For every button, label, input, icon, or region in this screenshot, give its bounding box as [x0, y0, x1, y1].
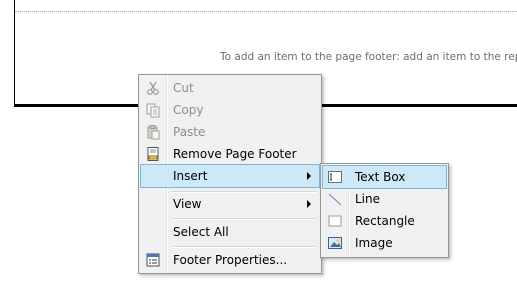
- menu-item-remove-page-footer[interactable]: Remove Page Footer: [141, 143, 319, 165]
- context-menu: Cut Copy Paste Remove Page Footer Insert…: [138, 74, 322, 274]
- menu-item-label: View: [173, 197, 202, 211]
- submenu-item-line[interactable]: Line: [323, 188, 446, 210]
- insert-submenu: Text Box Line Rectangle Image: [320, 163, 449, 258]
- menu-item-label: Paste: [173, 125, 206, 139]
- menu-item-label: Footer Properties...: [173, 253, 288, 267]
- menu-item-label: Copy: [173, 103, 204, 117]
- submenu-item-label: Rectangle: [355, 214, 415, 228]
- menu-item-label: Select All: [173, 225, 229, 239]
- menu-item-copy[interactable]: Copy: [141, 99, 319, 121]
- menu-item-paste[interactable]: Paste: [141, 121, 319, 143]
- submenu-item-label: Text Box: [355, 170, 406, 184]
- image-icon: [327, 235, 343, 251]
- submenu-item-label: Image: [355, 236, 393, 250]
- submenu-arrow-icon: [307, 172, 311, 180]
- menu-separator: [171, 246, 317, 248]
- footer-separator: [15, 11, 517, 12]
- remove-footer-icon: [145, 146, 161, 162]
- textbox-icon: [327, 169, 343, 185]
- copy-icon: [145, 102, 161, 118]
- properties-icon: [145, 252, 161, 268]
- menu-item-label: Remove Page Footer: [173, 147, 297, 161]
- menu-item-select-all[interactable]: Select All: [141, 221, 319, 243]
- submenu-arrow-icon: [307, 200, 311, 208]
- menu-item-label: Insert: [173, 169, 208, 183]
- menu-item-cut[interactable]: Cut: [141, 77, 319, 99]
- menu-item-view[interactable]: View: [141, 193, 319, 215]
- footer-hint-text: To add an item to the page footer: add a…: [220, 51, 517, 63]
- submenu-item-image[interactable]: Image: [323, 232, 446, 254]
- submenu-item-rectangle[interactable]: Rectangle: [323, 210, 446, 232]
- scissors-icon: [145, 80, 161, 96]
- menu-separator: [171, 218, 317, 220]
- menu-item-label: Cut: [173, 81, 194, 95]
- submenu-item-label: Line: [355, 192, 381, 206]
- menu-item-footer-properties[interactable]: Footer Properties...: [141, 249, 319, 271]
- rectangle-icon: [327, 213, 343, 229]
- paste-icon: [145, 124, 161, 140]
- submenu-item-text-box[interactable]: Text Box: [322, 165, 447, 189]
- menu-item-insert[interactable]: Insert: [140, 164, 320, 188]
- line-icon: [327, 191, 343, 207]
